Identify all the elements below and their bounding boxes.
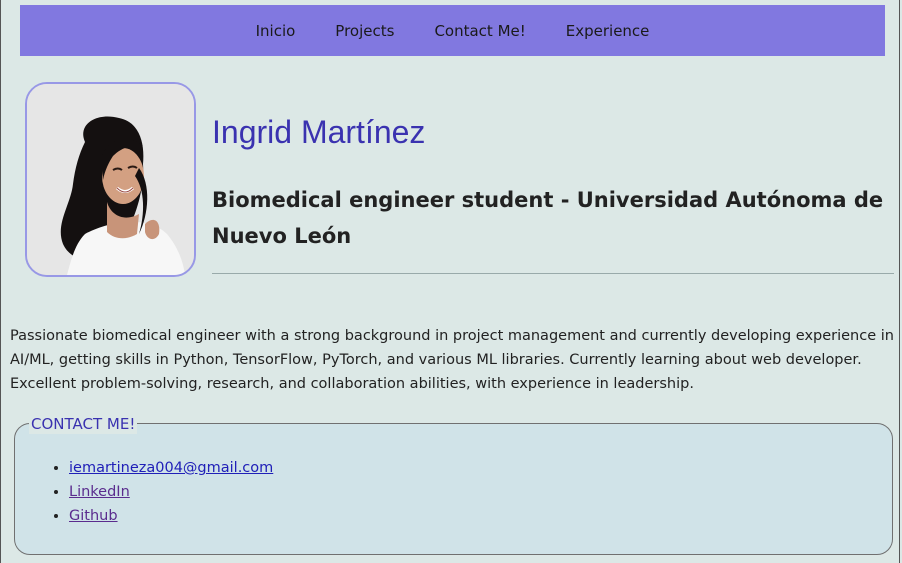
nav-link-inicio[interactable]: Inicio <box>236 22 316 40</box>
github-link[interactable]: Github <box>69 508 118 524</box>
profile-photo-image <box>27 84 194 275</box>
profile-photo <box>25 82 196 277</box>
nav-link-experience[interactable]: Experience <box>546 22 670 40</box>
list-item: LinkedIn <box>69 480 273 504</box>
list-item: iemartineza004@gmail.com <box>69 456 273 480</box>
top-navbar: Inicio Projects Contact Me! Experience <box>20 5 885 56</box>
profile-bio: Passionate biomedical engineer with a st… <box>10 328 894 392</box>
contact-section: CONTACT ME! iemartineza004@gmail.com Lin… <box>14 414 893 555</box>
linkedin-link[interactable]: LinkedIn <box>69 484 130 500</box>
contact-list: iemartineza004@gmail.com LinkedIn Github <box>15 456 273 528</box>
nav-link-contact[interactable]: Contact Me! <box>414 22 545 40</box>
header-divider <box>212 273 894 274</box>
contact-legend: CONTACT ME! <box>29 414 138 434</box>
page: Inicio Projects Contact Me! Experience I… <box>0 0 900 563</box>
profile-name: Ingrid Martínez <box>212 114 426 150</box>
email-link[interactable]: iemartineza004@gmail.com <box>69 460 273 476</box>
list-item: Github <box>69 504 273 528</box>
nav-link-projects[interactable]: Projects <box>315 22 414 40</box>
profile-role: Biomedical engineer student - Universida… <box>212 188 884 248</box>
